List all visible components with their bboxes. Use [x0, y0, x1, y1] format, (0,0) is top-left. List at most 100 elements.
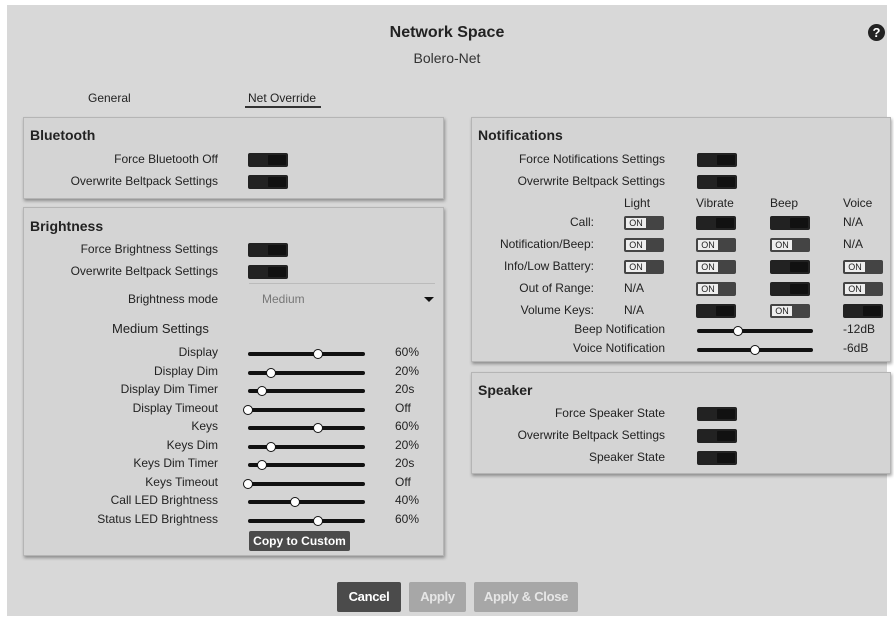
info-low-battery-vibrate-toggle[interactable]: ON [696, 260, 736, 274]
active-tab-indicator [245, 106, 321, 108]
tab-general[interactable]: General [88, 91, 131, 105]
overwrite-beltpack-label: Overwrite Beltpack Settings [517, 174, 665, 188]
out-of-range-vibrate-toggle[interactable]: ON [696, 282, 736, 296]
display-dim-timer-slider[interactable] [248, 386, 365, 396]
force-speaker-state-label: Force Speaker State [554, 406, 665, 420]
slider-knob[interactable] [243, 404, 253, 415]
notifications-title: Notifications [478, 127, 563, 143]
bluetooth-title: Bluetooth [30, 127, 96, 143]
keys-slider[interactable] [248, 423, 365, 433]
beep-notification-slider[interactable] [697, 326, 813, 336]
notification-beep-beep-toggle[interactable]: ON [770, 238, 810, 252]
notification-beep-label: Notification/Beep: [499, 237, 594, 251]
overwrite-beltpack-toggle[interactable] [248, 265, 288, 279]
slider-knob[interactable] [243, 478, 253, 489]
call-led-brightness-slider[interactable] [248, 497, 365, 507]
keys-timeout-slider[interactable] [243, 478, 365, 489]
overwrite-beltpack-label: Overwrite Beltpack Settings [70, 264, 218, 278]
keys-dim-label: Keys Dim [166, 437, 218, 452]
column-light: Light [624, 196, 651, 210]
display-dim-value: 20% [395, 363, 420, 378]
slider-knob[interactable] [289, 497, 300, 507]
cancel-button[interactable]: Cancel [337, 582, 401, 612]
overwrite-beltpack-label: Overwrite Beltpack Settings [517, 428, 665, 442]
slider-knob[interactable] [732, 326, 743, 336]
overwrite-beltpack-toggle[interactable] [697, 429, 737, 443]
volume-keys-vibrate-toggle[interactable] [696, 304, 736, 318]
speaker-panel: Speaker Force Speaker State Overwrite Be… [471, 372, 891, 474]
display-timeout-slider[interactable] [243, 404, 365, 415]
status-led-brightness-value: 60% [395, 511, 420, 526]
bluetooth-panel: Bluetooth Force Bluetooth Off Overwrite … [23, 117, 444, 199]
voice-notification-slider[interactable] [697, 345, 813, 355]
help-icon[interactable]: ? [868, 24, 885, 41]
force-brightness-label: Force Brightness Settings [80, 242, 218, 256]
status-led-brightness-slider[interactable] [248, 515, 365, 526]
force-notifications-toggle[interactable] [697, 153, 737, 167]
overwrite-beltpack-toggle[interactable] [248, 175, 288, 189]
display-slider[interactable] [248, 349, 365, 359]
copy-to-custom-button[interactable]: Copy to Custom [249, 531, 350, 551]
keys-label: Keys [191, 419, 218, 433]
on-indicator: ON [697, 261, 719, 273]
beep-notification-label: Beep Notification [574, 322, 665, 336]
slider-knob[interactable] [313, 423, 324, 433]
slider-knob[interactable] [750, 345, 760, 355]
out-of-range-light-na: N/A [624, 281, 645, 295]
slider-knob[interactable] [266, 441, 277, 452]
force-speaker-state-toggle[interactable] [697, 407, 737, 421]
brightness-title: Brightness [30, 218, 104, 234]
keys-dim-value: 20% [395, 437, 420, 452]
keys-timeout-value: Off [395, 474, 411, 489]
out-of-range-label: Out of Range: [519, 281, 594, 295]
notification-beep-vibrate-toggle[interactable]: ON [696, 238, 736, 252]
out-of-range-beep-toggle[interactable] [770, 282, 810, 296]
call-light-toggle[interactable]: ON [624, 216, 664, 230]
brightness-panel: Brightness Force Brightness Settings Ove… [23, 207, 444, 556]
keys-dim-slider[interactable] [248, 441, 365, 452]
speaker-title: Speaker [478, 382, 533, 398]
display-dim-timer-value: 20s [395, 382, 415, 396]
slider-knob[interactable] [313, 515, 324, 526]
slider-knob[interactable] [257, 460, 268, 470]
keys-value: 60% [395, 419, 420, 433]
keys-dim-timer-label: Keys Dim Timer [133, 456, 218, 470]
force-bluetooth-off-toggle[interactable] [248, 153, 288, 167]
on-indicator: ON [625, 239, 647, 251]
out-of-range-voice-toggle[interactable]: ON [843, 282, 883, 296]
slider-knob[interactable] [266, 367, 277, 378]
column-beep: Beep [770, 196, 799, 210]
dialog-title: Network Space [389, 24, 505, 41]
call-led-brightness-label: Call LED Brightness [110, 493, 218, 507]
notifications-panel: Notifications Force Notifications Settin… [471, 117, 891, 362]
slider-knob[interactable] [257, 386, 268, 396]
force-bluetooth-off-label: Force Bluetooth Off [114, 152, 218, 166]
force-notifications-label: Force Notifications Settings [518, 152, 665, 166]
info-low-battery-beep-toggle[interactable] [770, 260, 810, 274]
on-indicator: ON [697, 239, 719, 251]
brightness-mode-select[interactable]: Medium [248, 288, 434, 310]
info-low-battery-voice-toggle[interactable]: ON [843, 260, 883, 274]
chevron-down-icon [424, 297, 434, 302]
call-beep-toggle[interactable] [770, 216, 810, 230]
notification-beep-voice-na: N/A [843, 237, 864, 251]
notification-beep-light-toggle[interactable]: ON [624, 238, 664, 252]
apply-button[interactable]: Apply [409, 582, 466, 612]
apply-and-close-button[interactable]: Apply & Close [474, 582, 578, 612]
tab-net-override[interactable]: Net Override [248, 91, 316, 105]
display-dim-slider[interactable] [248, 367, 365, 378]
volume-keys-beep-toggle[interactable]: ON [770, 304, 810, 318]
volume-keys-light-na: N/A [624, 303, 645, 317]
speaker-state-toggle[interactable] [697, 451, 737, 465]
on-indicator: ON [771, 239, 793, 251]
force-brightness-toggle[interactable] [248, 243, 288, 257]
call-vibrate-toggle[interactable] [696, 216, 736, 230]
info-low-battery-light-toggle[interactable]: ON [624, 260, 664, 274]
volume-keys-voice-toggle[interactable] [843, 304, 883, 318]
slider-knob[interactable] [313, 349, 324, 359]
on-indicator: ON [844, 261, 866, 273]
keys-timeout-label: Keys Timeout [145, 474, 218, 489]
overwrite-beltpack-toggle[interactable] [697, 175, 737, 189]
speaker-state-label: Speaker State [588, 450, 665, 464]
keys-dim-timer-slider[interactable] [248, 460, 365, 470]
